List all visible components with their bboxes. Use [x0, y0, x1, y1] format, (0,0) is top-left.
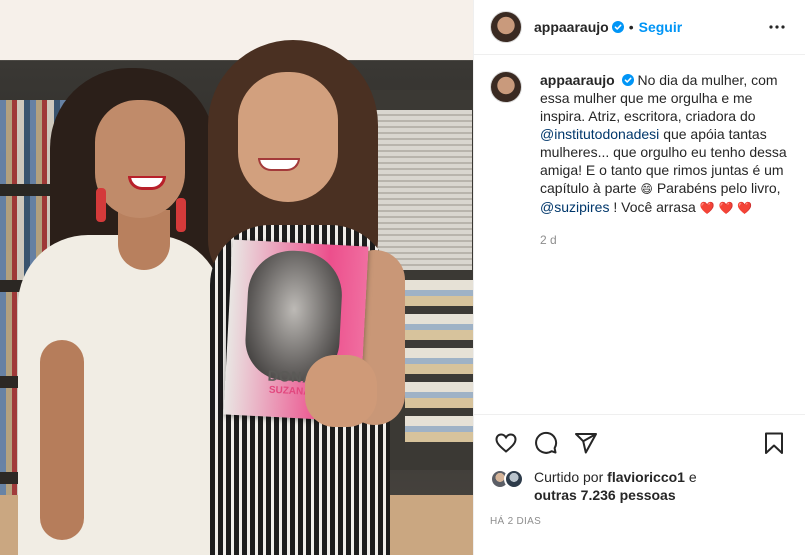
caption-text-3: Parabéns pelo livro, — [656, 180, 781, 196]
woman-left-neck — [118, 210, 170, 270]
separator-dot: • — [628, 19, 634, 35]
heart-icon[interactable] — [486, 423, 526, 463]
post-date[interactable]: HÁ 2 DIAS — [490, 516, 541, 527]
caption-timestamp[interactable]: 2 d — [540, 231, 788, 249]
likes-conjunction: e — [688, 469, 697, 485]
mention-link-institutodonadesi[interactable]: @institutodonadesi — [540, 126, 659, 142]
username-link[interactable]: appaaraujo — [534, 19, 609, 35]
liker-username-link[interactable]: flavioricco1 — [607, 469, 685, 485]
caption-text-4: ! Você arrasa — [613, 199, 696, 215]
follow-button[interactable]: Seguir — [639, 19, 683, 35]
liker-avatars[interactable] — [490, 469, 526, 491]
books-stack — [405, 280, 473, 450]
verified-badge-icon — [621, 74, 634, 86]
comment-icon[interactable] — [526, 423, 566, 463]
hand — [305, 355, 377, 427]
verified-badge-icon — [611, 21, 624, 33]
action-bar — [474, 414, 805, 470]
post-sidebar: appaaraujo • Seguir appaaraujo No dia da… — [473, 0, 805, 555]
window-blinds — [372, 110, 472, 270]
grin-emoji-icon: 😄 — [640, 182, 653, 196]
post-image[interactable]: DONA DE SUZANA PIRES — [0, 0, 473, 555]
hearts-emoji-icon: ❤️ ❤️ ❤️ — [699, 201, 753, 215]
woman-right-smile — [258, 158, 300, 171]
earring-left — [96, 188, 106, 222]
share-icon[interactable] — [566, 423, 606, 463]
post-header: appaaraujo • Seguir — [474, 0, 805, 55]
likes-prefix: Curtido por — [534, 469, 604, 485]
caption-username-link[interactable]: appaaraujo — [540, 72, 615, 88]
earring-right — [176, 198, 186, 232]
caption: appaaraujo No dia da mulher, com essa mu… — [540, 71, 788, 399]
background-wall — [0, 0, 473, 60]
caption-avatar[interactable] — [490, 71, 522, 103]
mention-link-suzipires[interactable]: @suzipires — [540, 199, 609, 215]
woman-left-face — [95, 100, 185, 218]
woman-right-face — [238, 72, 338, 202]
likes-text: Curtido por flavioricco1 e outras 7.236 … — [534, 468, 697, 504]
bookmark-icon[interactable] — [754, 423, 794, 463]
likes-others-link[interactable]: outras 7.236 pessoas — [534, 487, 676, 503]
woman-left-arm — [40, 340, 84, 540]
likes-summary: Curtido por flavioricco1 e outras 7.236 … — [490, 468, 697, 504]
avatar[interactable] — [490, 11, 522, 43]
caption-area: appaaraujo No dia da mulher, com essa mu… — [474, 55, 805, 415]
more-options-icon[interactable] — [765, 15, 789, 39]
liker-avatar[interactable] — [504, 469, 524, 489]
